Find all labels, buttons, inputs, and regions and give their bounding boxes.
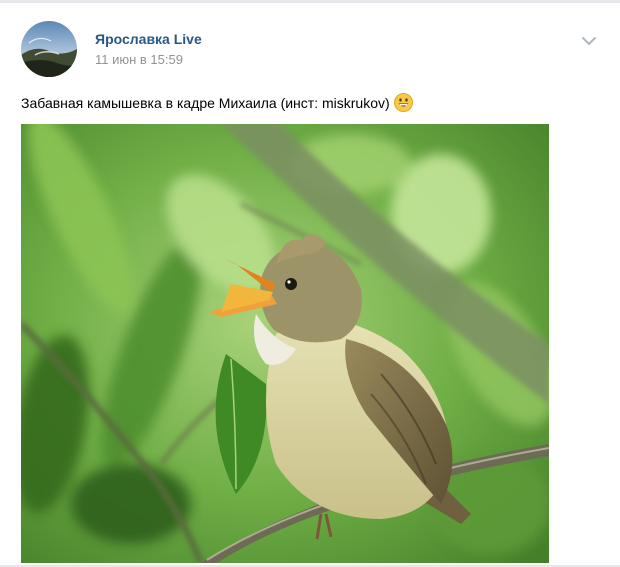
author-name-link[interactable]: Ярославка Live xyxy=(95,31,202,47)
post-date-link[interactable]: 11 июн в 15:59 xyxy=(95,52,183,67)
grinning-face-emoji-icon xyxy=(393,93,413,112)
post-text: Забавная камышевка в кадре Михаила (инст… xyxy=(21,94,390,111)
author-avatar[interactable] xyxy=(21,21,77,77)
post-photo[interactable] xyxy=(21,124,549,563)
post-text-row: Забавная камышевка в кадре Михаила (инст… xyxy=(21,93,413,112)
wall-post: Ярославка Live 11 июн в 15:59 Забавная к… xyxy=(0,3,620,567)
chevron-down-icon[interactable] xyxy=(580,34,598,46)
